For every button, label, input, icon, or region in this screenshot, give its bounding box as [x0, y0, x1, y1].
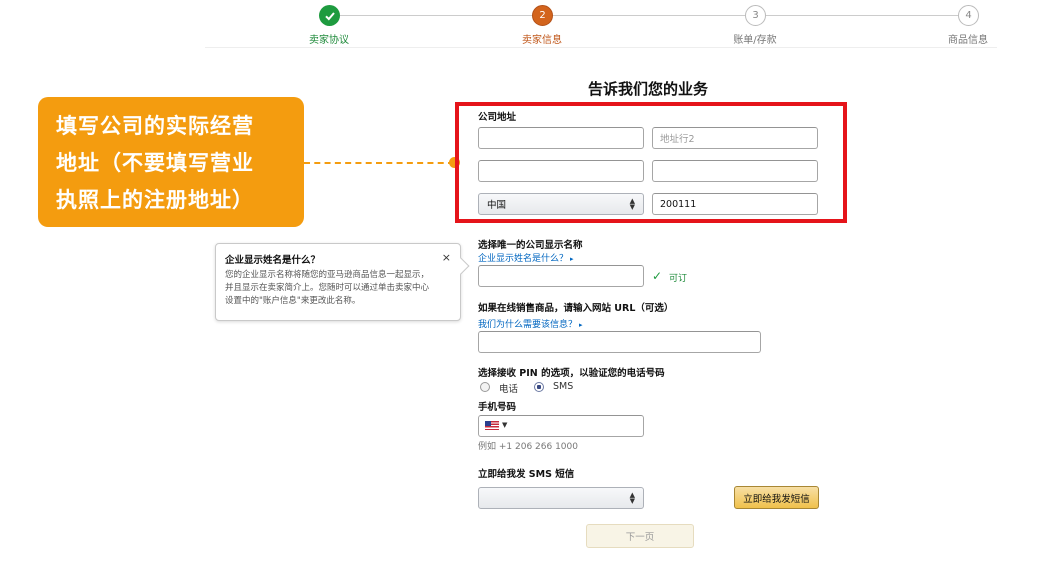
step-connector	[766, 15, 958, 16]
display-name-label: 选择唯一的公司显示名称	[478, 240, 583, 251]
send-sms-button[interactable]: 立即给我发短信	[734, 486, 819, 509]
sms-label: 立即给我发 SMS 短信	[478, 469, 575, 480]
page-title: 告诉我们您的业务	[588, 80, 709, 98]
select-arrows-icon: ▲ ▼	[629, 491, 635, 505]
radio-phone-label: 电话	[499, 384, 519, 395]
mobile-label: 手机号码	[478, 402, 517, 413]
tooltip-body: 您的企业显示名称将随您的亚马逊商品信息一起显示， 并且显示在卖家简介上。您随时可…	[225, 269, 451, 308]
tooltip-line: 并且显示在卖家简介上。您随时可以通过单击卖家中心	[225, 283, 430, 293]
check-icon: ✓	[652, 269, 663, 283]
tooltip-arrow	[452, 257, 470, 275]
tooltip-line: 您的企业显示名称将随您的亚马逊商品信息一起显示，	[225, 270, 430, 280]
display-name-tooltip: 企业显示姓名是什么？ 您的企业显示名称将随您的亚马逊商品信息一起显示， 并且显示…	[215, 243, 470, 321]
tooltip-title: 企业显示姓名是什么？	[225, 255, 321, 266]
website-label: 如果在线销售商品，请输入网站 URL（可选）	[478, 303, 674, 314]
progress-stepper: 卖家协议 2 卖家信息 3 账单/存款 4 商品信息	[205, 0, 997, 48]
step-3-dot: 3	[745, 5, 766, 26]
address-highlight-box	[455, 102, 847, 223]
step-connector	[553, 15, 745, 16]
annotation-line: 填写公司的实际经营	[56, 114, 254, 138]
sms-language-select[interactable]: ▲ ▼	[478, 487, 644, 509]
annotation-callout: 填写公司的实际经营 地址（不要填写营业 执照上的注册地址）	[38, 97, 304, 227]
display-name-help-text: 企业显示姓名是什么？	[478, 254, 569, 264]
website-help-link[interactable]: 我们为什么需要该信息？ ▸	[478, 317, 583, 330]
radio-sms-label: SMS	[553, 381, 574, 392]
annotation-leader-line	[304, 162, 454, 164]
step-2-dot: 2	[532, 5, 553, 26]
website-input[interactable]	[478, 331, 761, 353]
mobile-example: 例如 +1 206 266 1000	[478, 442, 578, 452]
annotation-line: 地址（不要填写营业	[56, 151, 254, 175]
next-page-button[interactable]: 下一页	[586, 524, 694, 548]
display-name-help-link[interactable]: 企业显示姓名是什么？ ▸	[478, 251, 574, 264]
caret-right-icon: ▸	[579, 321, 583, 329]
availability-status: 可订	[669, 274, 688, 284]
radio-sms[interactable]	[534, 382, 544, 392]
step-3-label: 账单/存款	[733, 35, 777, 46]
display-name-input[interactable]	[478, 265, 644, 287]
step-1-label: 卖家协议	[309, 35, 349, 46]
pin-label: 选择接收 PIN 的选项，以验证您的电话号码	[478, 368, 665, 379]
chevron-down-icon[interactable]: ▼	[502, 421, 507, 429]
step-1-check-icon	[319, 5, 340, 26]
caret-right-icon: ▸	[570, 255, 574, 263]
radio-phone[interactable]	[480, 382, 490, 392]
tooltip-line: 设置中的"账户信息"来更改此名称。	[225, 296, 361, 306]
website-help-text: 我们为什么需要该信息？	[478, 320, 578, 330]
annotation-line: 执照上的注册地址）	[56, 188, 254, 212]
step-2-label: 卖家信息	[522, 35, 562, 46]
step-4-label: 商品信息	[948, 35, 988, 46]
step-4-dot: 4	[958, 5, 979, 26]
step-connector	[340, 15, 532, 16]
us-flag-icon[interactable]	[485, 421, 499, 430]
close-icon[interactable]: ×	[442, 251, 451, 264]
